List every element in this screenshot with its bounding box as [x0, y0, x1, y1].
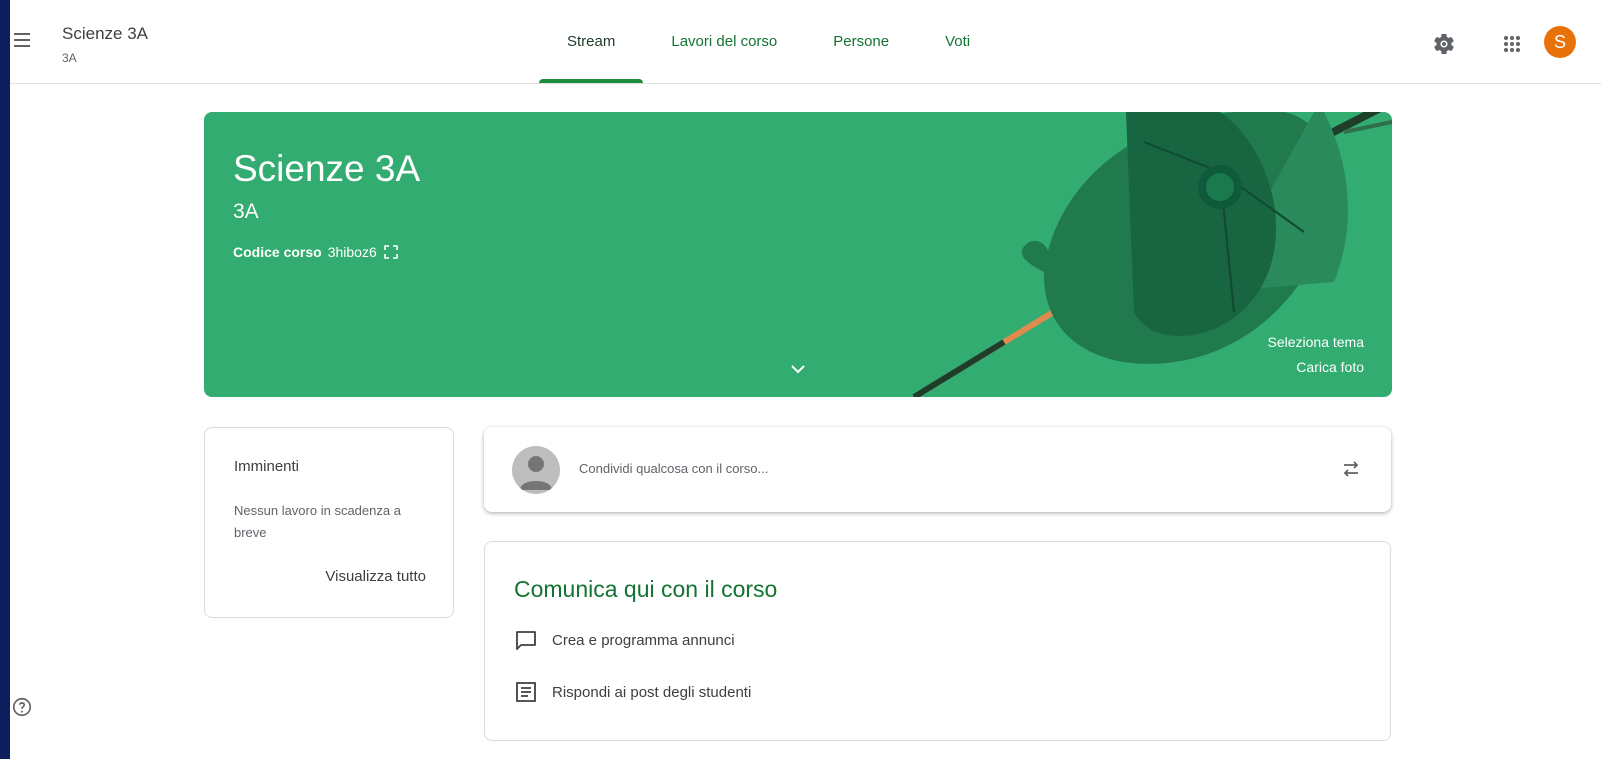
list-item-label: Crea e programma annunci	[552, 631, 735, 649]
top-app-bar: Scienze 3A 3A Stream Lavori del corso Pe…	[10, 0, 1601, 84]
list-item: Rispondi ai post degli studenti	[514, 680, 751, 704]
upcoming-empty-text: Nessun lavoro in scadenza a breve	[234, 503, 401, 540]
class-title[interactable]: Scienze 3A	[62, 24, 148, 44]
class-banner: Scienze 3A 3A Codice corso 3hiboz6 Selez…	[204, 112, 1392, 397]
class-code-row: Codice corso 3hiboz6	[233, 244, 399, 260]
select-theme-link[interactable]: Seleziona tema	[1267, 334, 1364, 350]
list-item-label: Rispondi ai post degli studenti	[552, 683, 752, 701]
avatar	[512, 446, 560, 494]
chat-bubble-icon	[516, 631, 536, 650]
gear-icon[interactable]	[1432, 32, 1456, 56]
list-item: Crea e programma annunci	[514, 628, 735, 652]
class-code-label: Codice corso	[233, 244, 322, 260]
view-all-button[interactable]: Visualizza tutto	[325, 568, 426, 585]
menu-icon[interactable]	[12, 28, 36, 52]
share-composer[interactable]: Condividi qualcosa con il corso...	[484, 427, 1391, 512]
person-icon	[520, 456, 552, 490]
apps-grid-icon[interactable]	[1500, 32, 1524, 56]
fullscreen-icon[interactable]	[383, 244, 399, 260]
upcoming-title: Imminenti	[234, 458, 300, 475]
classroom-window: Scienze 3A 3A Stream Lavori del corso Pe…	[10, 0, 1601, 759]
tab-stream[interactable]: Stream	[539, 0, 644, 83]
help-icon[interactable]	[11, 696, 33, 718]
upload-photo-link[interactable]: Carica foto	[1296, 359, 1364, 375]
tab-grades[interactable]: Voti	[917, 0, 998, 83]
tab-classwork[interactable]: Lavori del corso	[643, 0, 805, 83]
chevron-down-icon[interactable]	[786, 357, 810, 381]
class-section: 3A	[62, 51, 77, 65]
message-lines-icon	[516, 682, 536, 702]
banner-title: Scienze 3A	[233, 148, 421, 189]
upcoming-card: Imminenti Nessun lavoro in scadenza a br…	[204, 427, 454, 618]
share-input[interactable]: Condividi qualcosa con il corso...	[579, 461, 768, 476]
account-avatar[interactable]: S	[1544, 26, 1576, 58]
communicate-card: Comunica qui con il corso Crea e program…	[484, 541, 1391, 741]
class-tabs: Stream Lavori del corso Persone Voti	[539, 0, 998, 83]
tab-people[interactable]: Persone	[805, 0, 917, 83]
communicate-title: Comunica qui con il corso	[514, 576, 778, 602]
repost-icon[interactable]	[1339, 457, 1363, 481]
banner-illustration	[912, 112, 1392, 397]
class-code-value[interactable]: 3hiboz6	[328, 244, 377, 260]
banner-section: 3A	[233, 200, 259, 223]
